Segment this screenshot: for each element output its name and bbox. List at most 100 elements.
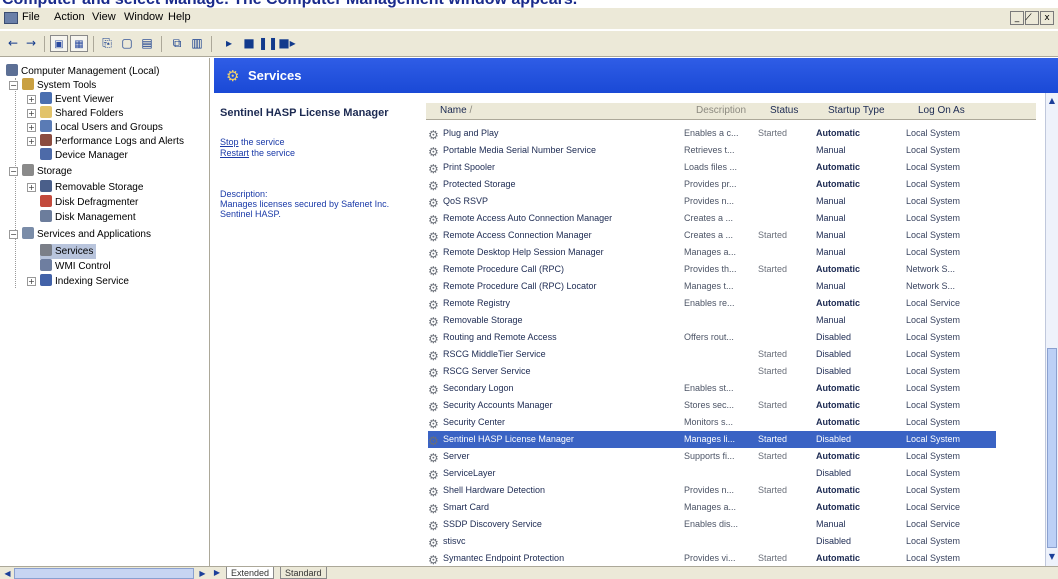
restart-service-icon[interactable]: ■▸ xyxy=(278,35,296,52)
tree-item-services-and-applications[interactable]: − Services and Applications xyxy=(9,227,151,242)
refresh-icon[interactable]: ▢ xyxy=(118,35,136,52)
expand-icon[interactable]: + xyxy=(27,137,36,146)
table-row[interactable]: ⚙ Remote Access Auto Connection Manager Cr… xyxy=(428,210,996,227)
table-row[interactable]: ⚙ Security Center Monitors s... Automatic Lo… xyxy=(428,414,996,431)
tree-item-performance-logs[interactable]: + Performance Logs and Alerts xyxy=(27,134,184,149)
tree-item-event-viewer[interactable]: + Event Viewer xyxy=(27,92,114,107)
menu-file[interactable]: File xyxy=(22,11,40,23)
service-status-cell: Started xyxy=(758,349,788,359)
expand-icon[interactable]: + xyxy=(27,183,36,192)
scroll-left-icon[interactable]: ◀ xyxy=(1,568,14,579)
column-header-startup-type[interactable]: Startup Type xyxy=(828,105,885,116)
table-row[interactable]: ⚙ Security Accounts Manager Stores sec... S… xyxy=(428,397,996,414)
tree-item-storage[interactable]: − Storage xyxy=(9,164,72,179)
table-row[interactable]: ⚙ Print Spooler Loads files ... Automatic Lo… xyxy=(428,159,996,176)
tree-item-removable-storage[interactable]: + Removable Storage xyxy=(27,180,143,195)
table-row[interactable]: ⚙ Remote Procedure Call (RPC) Locator Mana… xyxy=(428,278,996,295)
table-row[interactable]: ⚙ QoS RSVP Provides n... Manual Local System xyxy=(428,193,996,210)
table-row[interactable]: ⚙ Portable Media Serial Number Service Ret… xyxy=(428,142,996,159)
table-row[interactable]: ⚙ Shell Hardware Detection Provides n... St… xyxy=(428,482,996,499)
tree-item-disk-defragmenter[interactable]: Disk Defragmenter xyxy=(40,195,138,210)
service-startup-cell: Manual xyxy=(816,315,846,325)
tree-item-shared-folders[interactable]: + Shared Folders xyxy=(27,106,123,121)
expand-icon[interactable]: + xyxy=(27,277,36,286)
back-arrow-icon[interactable]: ← xyxy=(4,35,22,52)
tree-horizontal-scrollbar[interactable]: ◀ ▶ xyxy=(0,566,210,579)
tree-item-system-tools[interactable]: − System Tools xyxy=(9,78,96,93)
expand-icon[interactable]: + xyxy=(27,95,36,104)
stop-service-icon[interactable]: ■ xyxy=(240,35,258,52)
export-list-icon[interactable]: ⎘ xyxy=(98,35,116,52)
scroll-up-icon[interactable]: ▲ xyxy=(1046,95,1058,107)
menu-view[interactable]: View xyxy=(92,11,116,23)
service-startup-cell: Manual xyxy=(816,145,846,155)
table-row[interactable]: ⚙ Symantec Endpoint Protection Provides vi… xyxy=(428,550,996,566)
table-row[interactable]: ⚙ Remote Desktop Help Session Manager Mana… xyxy=(428,244,996,261)
column-header-log-on-as[interactable]: Log On As xyxy=(918,105,965,116)
table-row[interactable]: ⚙ stisvc Disabled Local System xyxy=(428,533,996,550)
column-header-status[interactable]: Status xyxy=(770,105,798,116)
menu-help[interactable]: Help xyxy=(168,11,191,23)
table-row[interactable]: ⚙ RSCG Server Service Started Disabled Local… xyxy=(428,363,996,380)
tree-item-computer-management[interactable]: Computer Management (Local) xyxy=(6,64,159,79)
collapse-icon[interactable]: − xyxy=(9,81,18,90)
table-row[interactable]: ⚙ Remote Procedure Call (RPC) Provides th.… xyxy=(428,261,996,278)
console-icon[interactable]: ▥ xyxy=(188,35,206,52)
show-tree-icon[interactable]: ▦ xyxy=(70,35,88,52)
table-row[interactable]: ⚙ Smart Card Manages a... Automatic Local Se… xyxy=(428,499,996,516)
stop-service-link[interactable]: Stop the service xyxy=(220,137,285,147)
tab-standard[interactable]: Standard xyxy=(280,567,327,579)
tree-item-wmi-control[interactable]: WMI Control xyxy=(40,259,111,274)
service-startup-cell: Automatic xyxy=(816,451,861,461)
pause-service-icon[interactable]: ❚❚ xyxy=(258,35,278,52)
service-startup-cell: Automatic xyxy=(816,502,861,512)
table-row[interactable]: ⚙ Protected Storage Provides pr... Automati… xyxy=(428,176,996,193)
tree-item-indexing-service[interactable]: + Indexing Service xyxy=(27,274,129,289)
service-name-cell: ⚙ Print Spooler xyxy=(428,159,678,176)
up-folder-icon[interactable]: ▣ xyxy=(50,35,68,52)
restore-icon[interactable]: ̸ xyxy=(1025,11,1039,25)
table-row[interactable]: ⚙ Remote Registry Enables re... Automatic Lo… xyxy=(428,295,996,312)
app-icon[interactable] xyxy=(4,12,18,24)
tab-scroll-icon[interactable]: ▶ xyxy=(212,567,222,579)
expand-icon[interactable]: + xyxy=(27,123,36,132)
column-header-name[interactable]: Name / xyxy=(440,105,472,116)
expand-icon[interactable]: + xyxy=(27,109,36,118)
close-icon[interactable]: x xyxy=(1040,11,1054,25)
menu-action[interactable]: Action xyxy=(54,11,85,23)
collapse-icon[interactable]: − xyxy=(9,167,18,176)
services-title: Services xyxy=(248,68,302,83)
list-vertical-scrollbar[interactable]: ▲ ▼ xyxy=(1045,93,1058,566)
table-row[interactable]: ⚙ RSCG MiddleTier Service Started Disabled L… xyxy=(428,346,996,363)
table-row[interactable]: ⚙ Sentinel HASP License Manager Manages li… xyxy=(428,431,996,448)
tree-item-device-manager[interactable]: Device Manager xyxy=(40,148,128,163)
table-row[interactable]: ⚙ Remote Access Connection Manager Creates… xyxy=(428,227,996,244)
restart-service-link[interactable]: Restart the service xyxy=(220,148,295,158)
minimize-icon[interactable]: _ xyxy=(1010,11,1024,25)
table-row[interactable]: ⚙ ServiceLayer Disabled Local System xyxy=(428,465,996,482)
table-row[interactable]: ⚙ SSDP Discovery Service Enables dis... Man… xyxy=(428,516,996,533)
forward-arrow-icon[interactable]: → xyxy=(22,35,40,52)
properties-icon[interactable]: ▤ xyxy=(138,35,156,52)
tree-item-disk-management[interactable]: Disk Management xyxy=(40,210,136,225)
table-row[interactable]: ⚙ Routing and Remote Access Offers rout...… xyxy=(428,329,996,346)
table-row[interactable]: ⚙ Plug and Play Enables a c... Started Autom… xyxy=(428,125,996,142)
help-icon[interactable]: ⧉ xyxy=(168,35,186,52)
service-status-cell: Started xyxy=(758,553,788,563)
scroll-thumb[interactable] xyxy=(1047,348,1057,548)
service-name-text: Remote Access Connection Manager xyxy=(443,230,592,240)
scroll-right-icon[interactable]: ▶ xyxy=(196,568,209,579)
tree-item-local-users[interactable]: + Local Users and Groups xyxy=(27,120,163,135)
selected-service-name: Sentinel HASP License Manager xyxy=(220,107,389,119)
table-row[interactable]: ⚙ Removable Storage Manual Local System xyxy=(428,312,996,329)
scroll-down-icon[interactable]: ▼ xyxy=(1046,551,1058,563)
column-header-description[interactable]: Description xyxy=(696,105,746,116)
start-service-icon[interactable]: ▸ xyxy=(220,35,238,52)
table-row[interactable]: ⚙ Server Supports fi... Started Automatic Loc… xyxy=(428,448,996,465)
collapse-icon[interactable]: − xyxy=(9,230,18,239)
scroll-thumb[interactable] xyxy=(14,568,194,579)
tree-item-services[interactable]: Services xyxy=(40,244,97,259)
table-row[interactable]: ⚙ Secondary Logon Enables st... Automatic Lo… xyxy=(428,380,996,397)
menu-window[interactable]: Window xyxy=(124,11,163,23)
tab-extended[interactable]: Extended xyxy=(226,567,275,579)
